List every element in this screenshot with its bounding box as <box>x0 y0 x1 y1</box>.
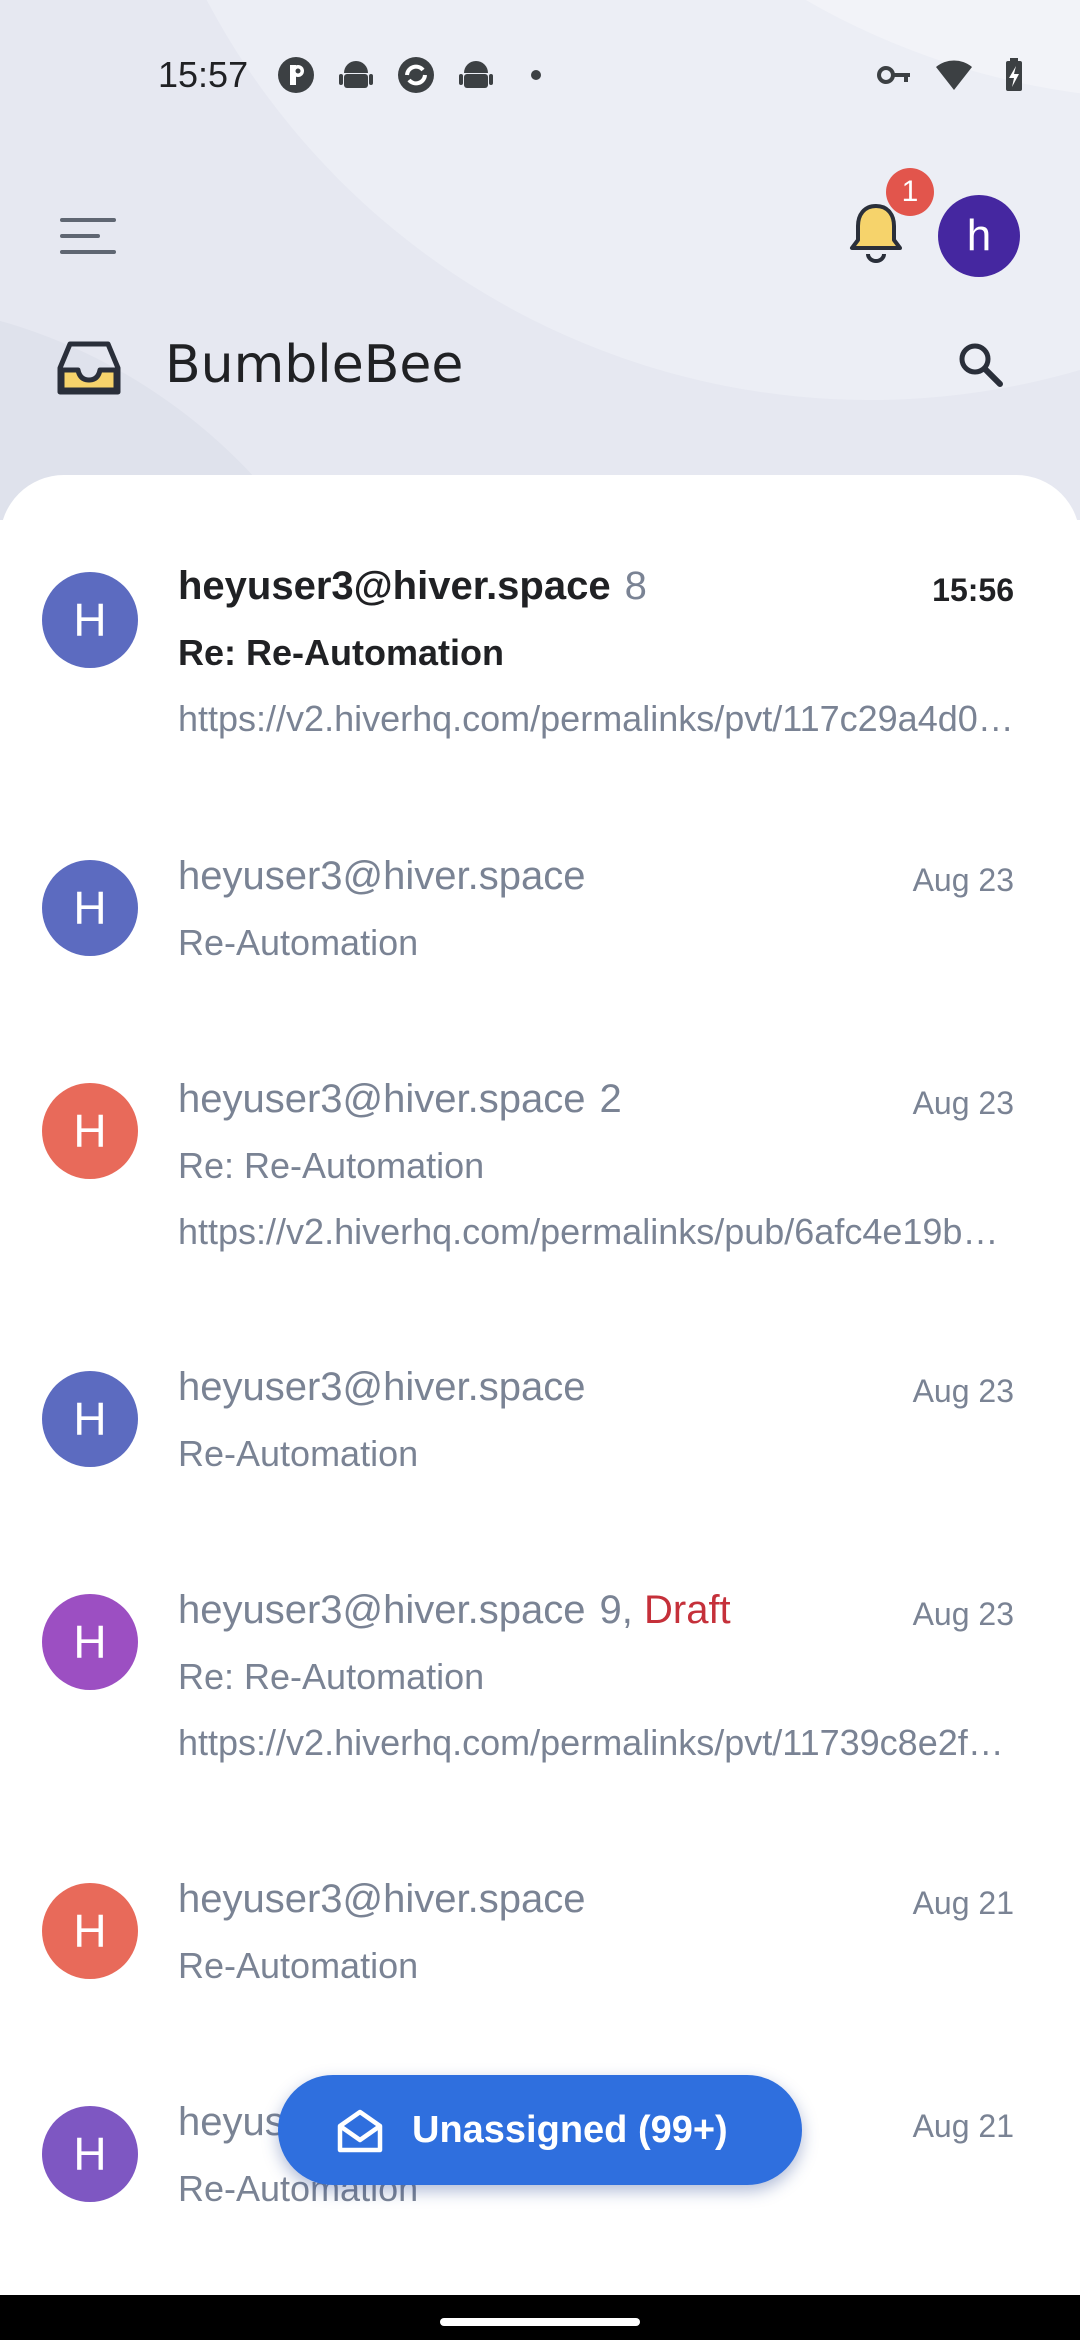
search-icon <box>955 339 1005 394</box>
email-date: Aug 23 <box>912 1085 1014 1121</box>
email-snippet: https://v2.hiverhq.com/permalinks/pub/6a… <box>178 1211 1018 1252</box>
email-snippet: https://v2.hiverhq.com/permalinks/pvt/11… <box>178 1722 1018 1763</box>
app-p-icon <box>276 55 316 95</box>
fab-label: Unassigned (99+) <box>412 2108 728 2151</box>
email-subject: Re: Re-Automation <box>178 632 504 673</box>
android-icon <box>456 55 496 95</box>
email-sender: heyuser3@hiver.space <box>178 854 586 898</box>
account-avatar[interactable]: h <box>938 195 1020 277</box>
email-sender: heyuser3@hiver.space 8 <box>178 564 647 608</box>
sync-app-icon <box>396 55 436 95</box>
vpn-key-icon <box>874 55 914 95</box>
sender-avatar: H <box>42 860 138 956</box>
email-subject: Re: Re-Automation <box>178 1145 485 1186</box>
android-icon <box>336 55 376 95</box>
email-date: Aug 23 <box>912 862 1014 898</box>
status-bar: 15:57 <box>0 40 1080 110</box>
email-date: Aug 23 <box>912 1373 1014 1409</box>
thread-count: 8 <box>624 564 647 608</box>
battery-charging-icon <box>994 55 1034 95</box>
email-date: 15:56 <box>932 572 1014 608</box>
status-time: 15:57 <box>158 54 249 95</box>
sender-avatar: H <box>42 2106 138 2202</box>
menu-button[interactable] <box>50 200 126 276</box>
sender-avatar: H <box>42 1594 138 1690</box>
wifi-icon <box>934 55 974 95</box>
thread-count: 9, <box>599 1588 633 1632</box>
home-gesture-handle[interactable] <box>440 2318 640 2326</box>
email-subject: Re-Automation <box>178 922 419 963</box>
sender-avatar: H <box>42 1371 138 1467</box>
sender-avatar: H <box>42 572 138 668</box>
email-date: Aug 23 <box>912 1596 1014 1632</box>
draft-label: Draft <box>643 1588 731 1632</box>
email-date: Aug 21 <box>912 1885 1014 1921</box>
sender-avatar: H <box>42 1883 138 1979</box>
search-button[interactable] <box>948 334 1012 398</box>
notification-count-badge: 1 <box>886 168 934 216</box>
email-sender: heyuser3@hiver.space <box>178 1365 586 1409</box>
inbox-title[interactable]: BumbleBee <box>165 335 463 395</box>
sender-avatar: H <box>42 1083 138 1179</box>
email-subject: Re: Re-Automation <box>178 1656 485 1697</box>
email-date: Aug 21 <box>912 2108 1014 2144</box>
thread-count: 2 <box>599 1077 622 1121</box>
more-notifications-dot-icon <box>516 55 556 95</box>
unassigned-fab-button[interactable]: Unassigned (99+) <box>278 2075 802 2185</box>
email-sender: heyuser3@hiver.space 9, Draft <box>178 1588 731 1632</box>
email-snippet: https://v2.hiverhq.com/permalinks/pvt/11… <box>178 698 1018 739</box>
open-envelope-icon <box>334 2104 386 2156</box>
hamburger-menu-icon <box>60 214 116 263</box>
email-sender: heyuser3@hiver.space <box>178 1877 586 1921</box>
email-subject: Re-Automation <box>178 1433 419 1474</box>
inbox-tray-icon <box>54 338 124 398</box>
email-sender: heyuser3@hiver.space 2 <box>178 1077 622 1121</box>
email-subject: Re-Automation <box>178 1945 419 1986</box>
